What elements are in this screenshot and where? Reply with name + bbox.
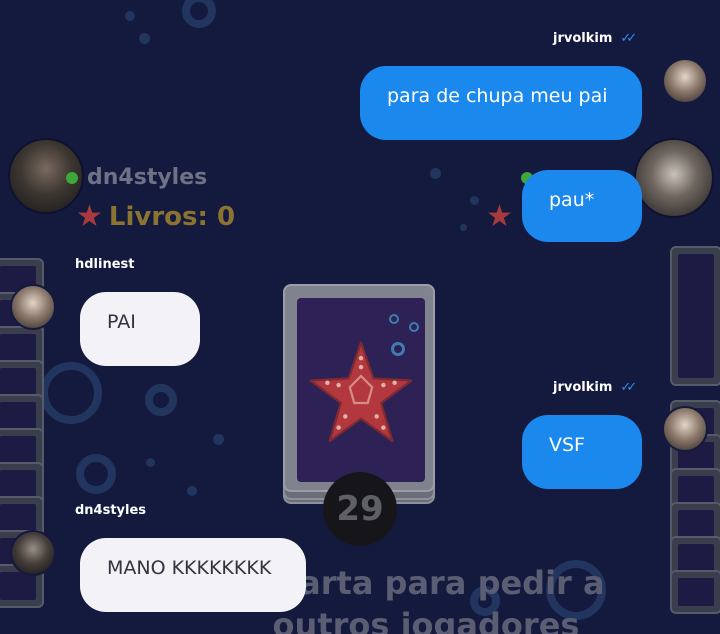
chat-message-outgoing: VSF	[522, 415, 642, 489]
chat-message-incoming: MANO KKKKKKKK	[80, 538, 306, 612]
chat-message-incoming: PAI	[80, 292, 200, 366]
sender-avatar[interactable]	[662, 58, 708, 104]
sender-name: dn4styles	[75, 503, 147, 518]
sender-avatar[interactable]	[10, 284, 56, 330]
chat-message-outgoing: pau*	[522, 170, 642, 242]
message-sender: jrvolkim ✓✓	[553, 380, 637, 395]
sender-name: jrvolkim	[553, 380, 613, 395]
message-sender: jrvolkim ✓✓	[553, 31, 637, 46]
chat-overlay: jrvolkim ✓✓ para de chupa meu pai pau* h…	[0, 0, 720, 634]
sender-name: hdlinest	[75, 257, 135, 272]
chat-message-outgoing: para de chupa meu pai	[360, 66, 642, 140]
double-check-icon: ✓✓	[620, 31, 637, 46]
sender-avatar[interactable]	[662, 406, 708, 452]
sender-name: jrvolkim	[553, 31, 613, 46]
message-sender: dn4styles	[75, 503, 146, 518]
sender-avatar[interactable]	[10, 530, 56, 576]
message-sender: hdlinest	[75, 257, 135, 272]
double-check-icon: ✓✓	[620, 380, 637, 395]
